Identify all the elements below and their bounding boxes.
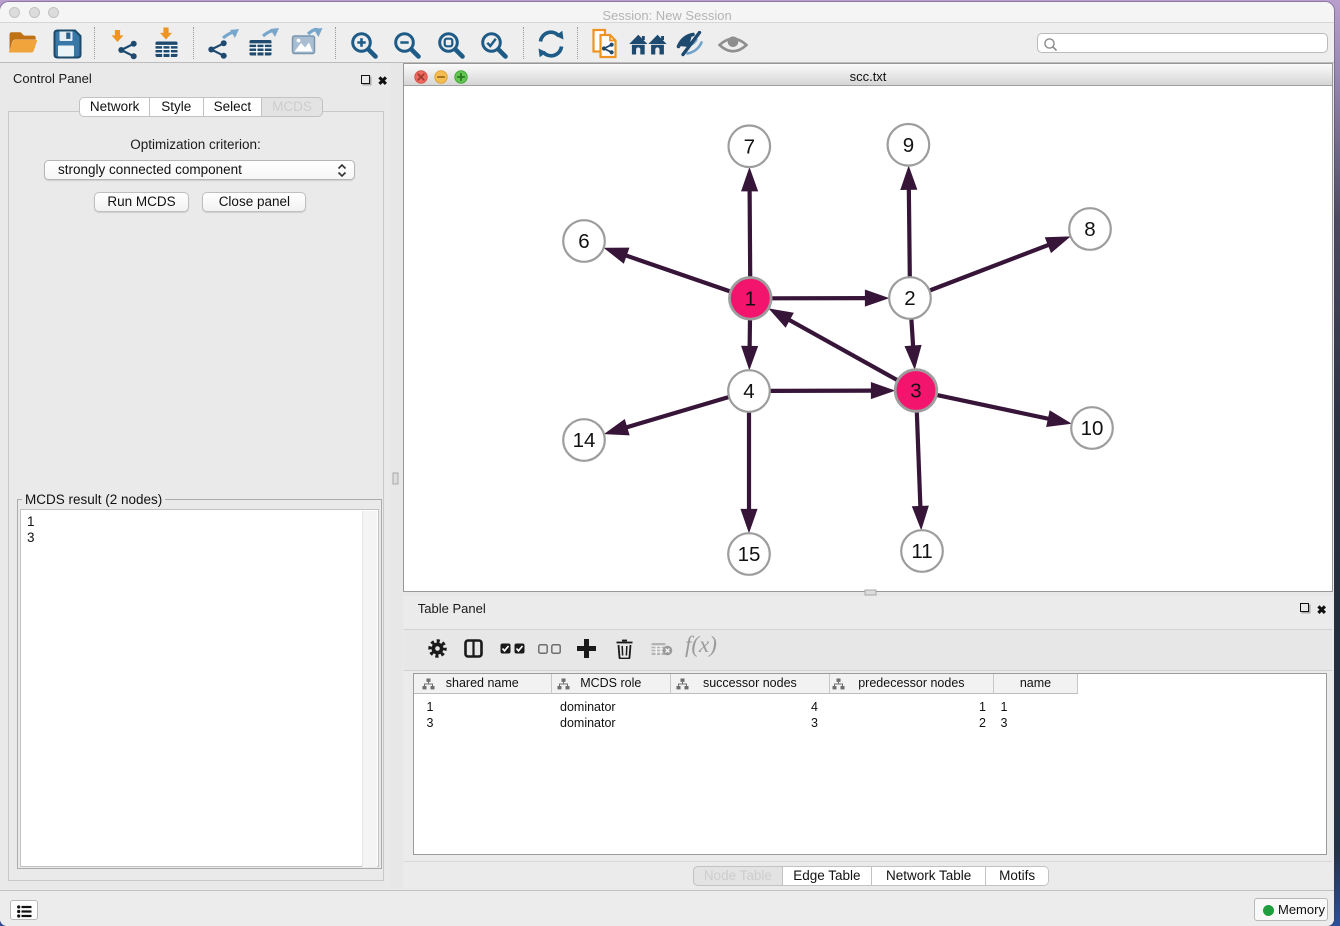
svg-text:1: 1: [745, 288, 756, 311]
svg-text:15: 15: [738, 543, 761, 566]
svg-text:6: 6: [578, 230, 589, 253]
svg-text:14: 14: [573, 429, 596, 452]
svg-text:11: 11: [911, 540, 932, 563]
svg-text:7: 7: [744, 136, 755, 159]
svg-text:4: 4: [743, 380, 754, 403]
svg-text:2: 2: [904, 287, 915, 310]
svg-text:10: 10: [1081, 417, 1104, 440]
svg-text:3: 3: [910, 380, 921, 403]
svg-text:8: 8: [1084, 218, 1095, 241]
svg-text:9: 9: [903, 134, 914, 157]
